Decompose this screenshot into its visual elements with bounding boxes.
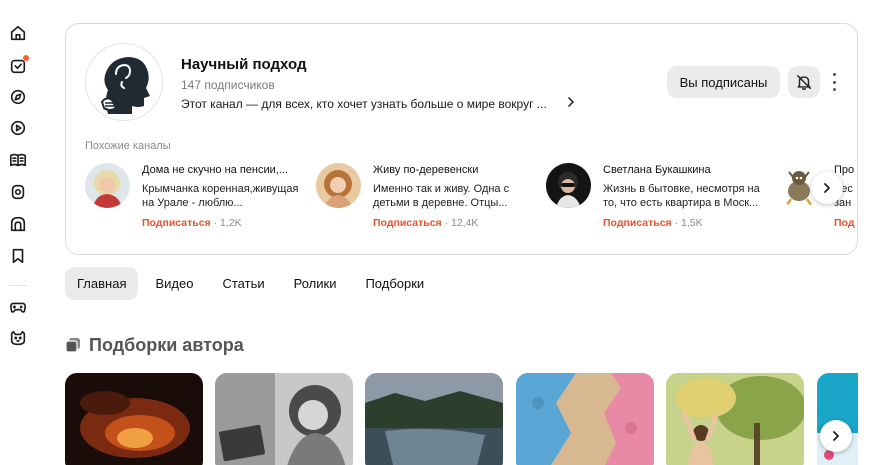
shorts-icon[interactable] bbox=[8, 182, 28, 202]
collection-cover-image bbox=[365, 373, 503, 465]
similar-channels-label: Похожие каналы bbox=[85, 140, 171, 152]
home-icon[interactable] bbox=[8, 23, 28, 43]
similar-channel-card[interactable]: Светлана Букашкина Жизнь в бытовке, несм… bbox=[546, 162, 766, 237]
collection-tile[interactable] bbox=[365, 373, 503, 465]
kids-icon[interactable] bbox=[8, 214, 28, 234]
collection-cover-image bbox=[516, 373, 654, 465]
collection-cover-image bbox=[666, 373, 804, 465]
similar-channel-name[interactable]: Живу по-деревенски bbox=[373, 164, 533, 176]
collection-tile[interactable] bbox=[65, 373, 203, 465]
similar-channel-card[interactable]: Живу по-деревенски Именно так и живу. Од… bbox=[316, 162, 536, 237]
channel-description[interactable]: Этот канал — для всех, кто хочет узнать … bbox=[181, 97, 547, 111]
explore-icon[interactable] bbox=[8, 87, 28, 107]
sidebar-divider bbox=[9, 285, 27, 286]
similar-channel-avatar[interactable] bbox=[546, 163, 591, 208]
collection-tile[interactable] bbox=[516, 373, 654, 465]
channel-title: Научный подход bbox=[181, 56, 307, 73]
channel-tabs: Главная Видео Статьи Ролики Подборки bbox=[65, 267, 441, 300]
collection-tile[interactable] bbox=[666, 373, 804, 465]
sidebar bbox=[0, 0, 36, 465]
similar-channel-name[interactable]: Светлана Букашкина bbox=[603, 164, 763, 176]
tab-main[interactable]: Главная bbox=[65, 267, 139, 300]
similar-channel-description: Именно так и живу. Одна с детьми в дерев… bbox=[373, 183, 510, 209]
bell-off-icon bbox=[796, 74, 812, 90]
similar-channel-avatar[interactable] bbox=[85, 163, 130, 208]
collection-cover-image bbox=[215, 373, 353, 465]
bookmark-icon[interactable] bbox=[8, 246, 28, 266]
notifications-button[interactable] bbox=[788, 66, 820, 98]
video-icon[interactable] bbox=[8, 118, 28, 138]
collection-cover-image bbox=[65, 373, 203, 465]
tab-collections[interactable]: Подборки bbox=[353, 267, 436, 300]
chevron-right-icon[interactable] bbox=[565, 95, 577, 109]
similar-channel-description: Крымчанка коренная,живущая на Урале - лю… bbox=[142, 183, 299, 209]
games-icon[interactable] bbox=[8, 297, 28, 317]
collections-next-button[interactable] bbox=[820, 420, 852, 452]
subscriber-count: 147 подписчиков bbox=[181, 78, 275, 92]
notification-badge bbox=[23, 55, 29, 61]
channel-avatar[interactable] bbox=[85, 43, 163, 121]
similar-channel-description: Жизнь в бытовке, несмотря на то, что ест… bbox=[603, 183, 760, 209]
subscribe-link[interactable]: Подписаться bbox=[603, 217, 672, 229]
more-options-icon[interactable] bbox=[830, 73, 838, 91]
subscribe-link[interactable]: Под bbox=[834, 217, 855, 229]
channel-header-card: Научный подход 147 подписчиков Этот кана… bbox=[65, 23, 858, 255]
similar-channel-name[interactable]: Дома не скучно на пенсии,... bbox=[142, 164, 302, 176]
subscribe-link[interactable]: Подписаться bbox=[373, 217, 442, 229]
similar-channel-avatar[interactable] bbox=[316, 163, 361, 208]
collections-icon bbox=[65, 338, 80, 353]
subscriber-count: · 12,4K bbox=[441, 217, 479, 229]
tab-video[interactable]: Видео bbox=[143, 267, 205, 300]
pets-icon[interactable] bbox=[8, 328, 28, 348]
chevron-right-icon bbox=[824, 183, 831, 193]
subscriber-count: · 1,2K bbox=[210, 217, 242, 229]
subscribe-link[interactable]: Подписаться bbox=[142, 217, 211, 229]
tab-articles[interactable]: Статьи bbox=[210, 267, 276, 300]
subscriptions-icon[interactable] bbox=[8, 55, 29, 76]
similar-next-button[interactable] bbox=[811, 172, 843, 204]
subscribed-button[interactable]: Вы подписаны bbox=[667, 66, 780, 98]
similar-channel-name[interactable]: Про bbox=[834, 164, 857, 176]
subscriber-count: · 1,5K bbox=[671, 217, 703, 229]
similar-channel-card[interactable]: Дома не скучно на пенсии,... Крымчанка к… bbox=[85, 162, 305, 237]
chevron-right-icon bbox=[833, 431, 840, 441]
tab-shorts[interactable]: Ролики bbox=[282, 267, 349, 300]
articles-icon[interactable] bbox=[8, 150, 28, 170]
section-title: Подборки автора bbox=[89, 335, 244, 355]
collection-tile[interactable] bbox=[215, 373, 353, 465]
